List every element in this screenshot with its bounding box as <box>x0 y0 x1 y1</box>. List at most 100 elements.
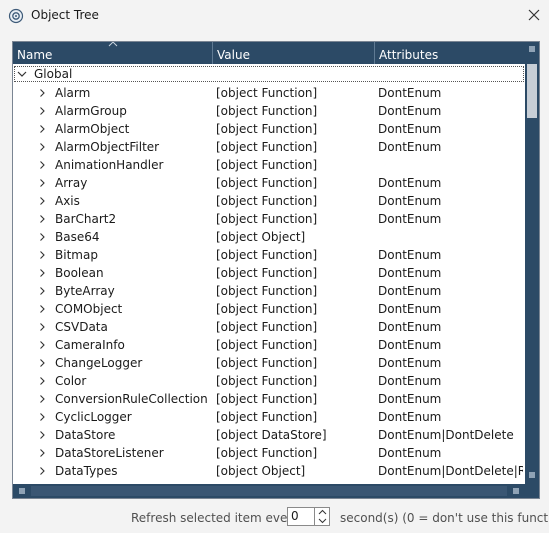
tree-node-global[interactable]: Global <box>13 65 525 84</box>
tree-rows: Global Alarm [object Function] DontEnum Ala… <box>13 65 525 484</box>
chevron-right-icon[interactable] <box>38 287 46 295</box>
row-value: [object Function] <box>216 320 318 334</box>
row-name: Base64 <box>55 230 100 244</box>
tree-row[interactable]: Bitmap [object Function] DontEnum <box>13 246 525 264</box>
spin-down-icon[interactable] <box>315 517 330 525</box>
row-value: [object Function] <box>216 248 318 262</box>
chevron-right-icon[interactable] <box>38 89 46 97</box>
chevron-right-icon[interactable] <box>38 215 46 223</box>
tree-row[interactable]: DataStoreListener [object Function] DontEn… <box>13 444 525 462</box>
tree-row[interactable]: CSVData [object Function] DontEnum <box>13 318 525 336</box>
chevron-down-icon[interactable] <box>17 70 27 78</box>
tree-row[interactable]: DataTypes [object Object] DontEnum|DontDel… <box>13 462 525 480</box>
tree-row[interactable]: Alarm [object Function] DontEnum <box>13 84 525 102</box>
tree-row[interactable]: Axis [object Function] DontEnum <box>13 192 525 210</box>
row-name: DataStoreListener <box>55 446 164 460</box>
scroll-right-icon[interactable] <box>507 484 525 498</box>
row-attributes: DontEnum <box>378 266 442 280</box>
row-name: ByteArray <box>55 284 115 298</box>
refresh-interval-spinner[interactable]: 0 <box>287 507 330 526</box>
row-value: [object Function] <box>216 176 318 190</box>
chevron-right-icon[interactable] <box>38 377 46 385</box>
chevron-right-icon[interactable] <box>38 143 46 151</box>
tree-node-label: Global <box>34 67 73 81</box>
vertical-scrollbar[interactable] <box>525 42 539 484</box>
column-header-value[interactable]: Value <box>213 42 375 64</box>
scroll-left-icon[interactable] <box>13 484 31 498</box>
row-attributes: DontEnum <box>378 176 442 190</box>
spin-up-icon[interactable] <box>315 508 330 516</box>
tree-row[interactable]: ByteArray [object Function] DontEnum <box>13 282 525 300</box>
chevron-right-icon[interactable] <box>38 161 46 169</box>
chevron-right-icon[interactable] <box>38 251 46 259</box>
row-name: DataStore <box>55 428 116 442</box>
tree-row[interactable]: CyclicLogger [object Function] DontEnum <box>13 408 525 426</box>
row-attributes: DontEnum <box>378 320 442 334</box>
chevron-right-icon[interactable] <box>38 107 46 115</box>
row-attributes: DontEnum <box>378 302 442 316</box>
row-attributes: DontEnum|DontDelete <box>378 428 514 442</box>
column-header-attributes[interactable]: Attributes <box>375 42 525 64</box>
row-name: AlarmGroup <box>55 104 127 118</box>
chevron-right-icon[interactable] <box>38 197 46 205</box>
object-tree-grid[interactable]: Name Value Attributes Global Alarm [objec… <box>12 41 540 499</box>
chevron-right-icon[interactable] <box>38 359 46 367</box>
tree-row[interactable]: CameraInfo [object Function] DontEnum <box>13 336 525 354</box>
tree-row[interactable]: AlarmGroup [object Function] DontEnum <box>13 102 525 120</box>
refresh-interval-value[interactable]: 0 <box>291 509 299 524</box>
tree-row[interactable]: AlarmObjectFilter [object Function] DontEn… <box>13 138 525 156</box>
chevron-right-icon[interactable] <box>38 449 46 457</box>
chevron-right-icon[interactable] <box>38 269 46 277</box>
tree-row[interactable]: BarChart2 [object Function] DontEnum <box>13 210 525 228</box>
chevron-right-icon[interactable] <box>38 323 46 331</box>
row-attributes: DontEnum <box>378 410 442 424</box>
row-attributes: DontEnum <box>378 374 442 388</box>
chevron-right-icon[interactable] <box>38 233 46 241</box>
scroll-up-icon[interactable] <box>525 42 539 60</box>
row-value: [object Function] <box>216 374 318 388</box>
row-attributes: DontEnum <box>378 356 442 370</box>
tree-row[interactable]: ChangeLogger [object Function] DontEnum <box>13 354 525 372</box>
row-value: [object Function] <box>216 86 318 100</box>
row-attributes: DontEnum <box>378 140 442 154</box>
chevron-right-icon[interactable] <box>38 467 46 475</box>
refresh-note: second(s) (0 = don't use this function) <box>340 511 549 525</box>
vertical-scroll-thumb[interactable] <box>527 64 537 118</box>
row-name: Alarm <box>55 86 91 100</box>
row-value: [object Function] <box>216 158 318 172</box>
tree-row[interactable]: ConversionRuleCollection [object Function… <box>13 390 525 408</box>
row-value: [object Function] <box>216 284 318 298</box>
horizontal-scrollbar[interactable] <box>13 484 525 498</box>
tree-row[interactable]: COMObject [object Function] DontEnum <box>13 300 525 318</box>
tree-row[interactable]: Boolean [object Function] DontEnum <box>13 264 525 282</box>
row-name: CyclicLogger <box>55 410 132 424</box>
row-value: [object Function] <box>216 140 318 154</box>
row-value: [object Function] <box>216 194 318 208</box>
tree-row[interactable]: Base64 [object Object] <box>13 228 525 246</box>
refresh-label: Refresh selected item every: <box>131 511 303 525</box>
sort-ascending-icon <box>108 42 118 47</box>
scroll-down-icon[interactable] <box>525 466 539 484</box>
tree-row[interactable]: AnimationHandler [object Function] <box>13 156 525 174</box>
chevron-right-icon[interactable] <box>38 125 46 133</box>
chevron-right-icon[interactable] <box>38 341 46 349</box>
tree-row[interactable]: DataStore [object DataStore] DontEnum|Dont… <box>13 426 525 444</box>
tree-row[interactable]: Array [object Function] DontEnum <box>13 174 525 192</box>
tree-row[interactable]: Color [object Function] DontEnum <box>13 372 525 390</box>
tree-row[interactable]: AlarmObject [object Function] DontEnum <box>13 120 525 138</box>
row-name: Array <box>55 176 88 190</box>
row-value: [object Object] <box>216 230 306 244</box>
row-name: DataTypes <box>55 464 118 478</box>
row-value: [object Function] <box>216 392 318 406</box>
row-attributes: DontEnum <box>378 194 442 208</box>
row-value: [object Function] <box>216 302 318 316</box>
row-name: BarChart2 <box>55 212 117 226</box>
close-icon[interactable] <box>521 2 547 28</box>
horizontal-scroll-thumb[interactable] <box>31 486 507 496</box>
chevron-right-icon[interactable] <box>38 305 46 313</box>
chevron-right-icon[interactable] <box>38 179 46 187</box>
chevron-right-icon[interactable] <box>38 431 46 439</box>
chevron-right-icon[interactable] <box>38 413 46 421</box>
window-title: Object Tree <box>31 8 99 22</box>
chevron-right-icon[interactable] <box>38 395 46 403</box>
